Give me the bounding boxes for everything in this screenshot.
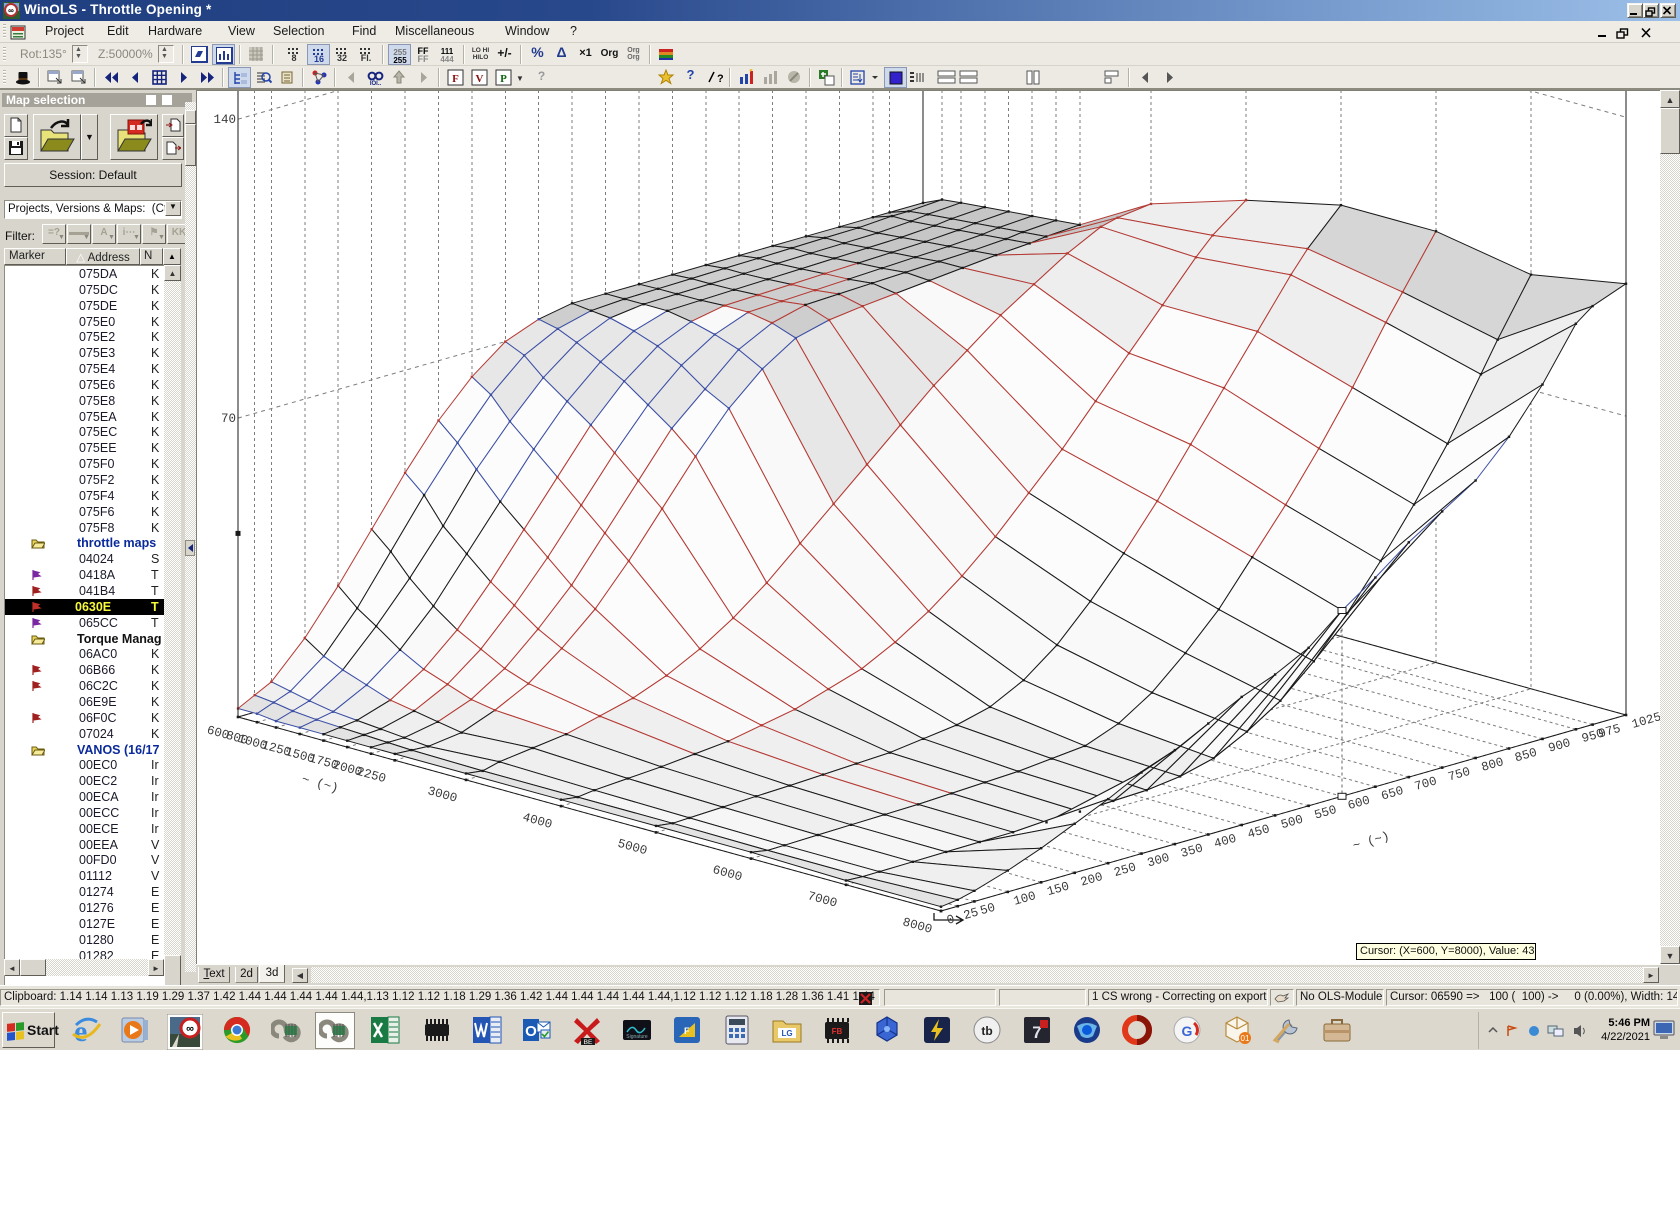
svg-text:Fl.: Fl.	[361, 53, 372, 63]
svg-text:∞: ∞	[8, 6, 14, 15]
svg-text:?: ?	[717, 73, 723, 85]
svg-text:tb: tb	[981, 1024, 992, 1038]
svg-text:O: O	[525, 1023, 537, 1040]
svg-text:255: 255	[393, 56, 407, 64]
svg-text:IOI..: IOI..	[370, 81, 382, 86]
svg-text:32: 32	[337, 53, 347, 63]
svg-text:F: F	[684, 1026, 690, 1036]
svg-text:01: 01	[1241, 1034, 1250, 1043]
svg-text:LG: LG	[781, 1029, 792, 1038]
svg-text:444: 444	[440, 55, 454, 63]
svg-text:F: F	[452, 73, 459, 85]
svg-text:140: 140	[213, 113, 236, 127]
svg-text:FB: FB	[832, 1027, 843, 1036]
svg-text:Signature: Signature	[626, 1034, 648, 1040]
svg-text:G: G	[1182, 1023, 1193, 1039]
svg-text:BE: BE	[584, 1039, 593, 1046]
svg-text:V: V	[476, 73, 484, 85]
svg-text:∞: ∞	[186, 1023, 194, 1035]
svg-text:FF: FF	[418, 54, 429, 63]
svg-text:8: 8	[291, 53, 296, 63]
svg-text:P: P	[500, 73, 507, 85]
svg-text:16: 16	[314, 54, 324, 64]
svg-text:70: 70	[221, 412, 236, 426]
